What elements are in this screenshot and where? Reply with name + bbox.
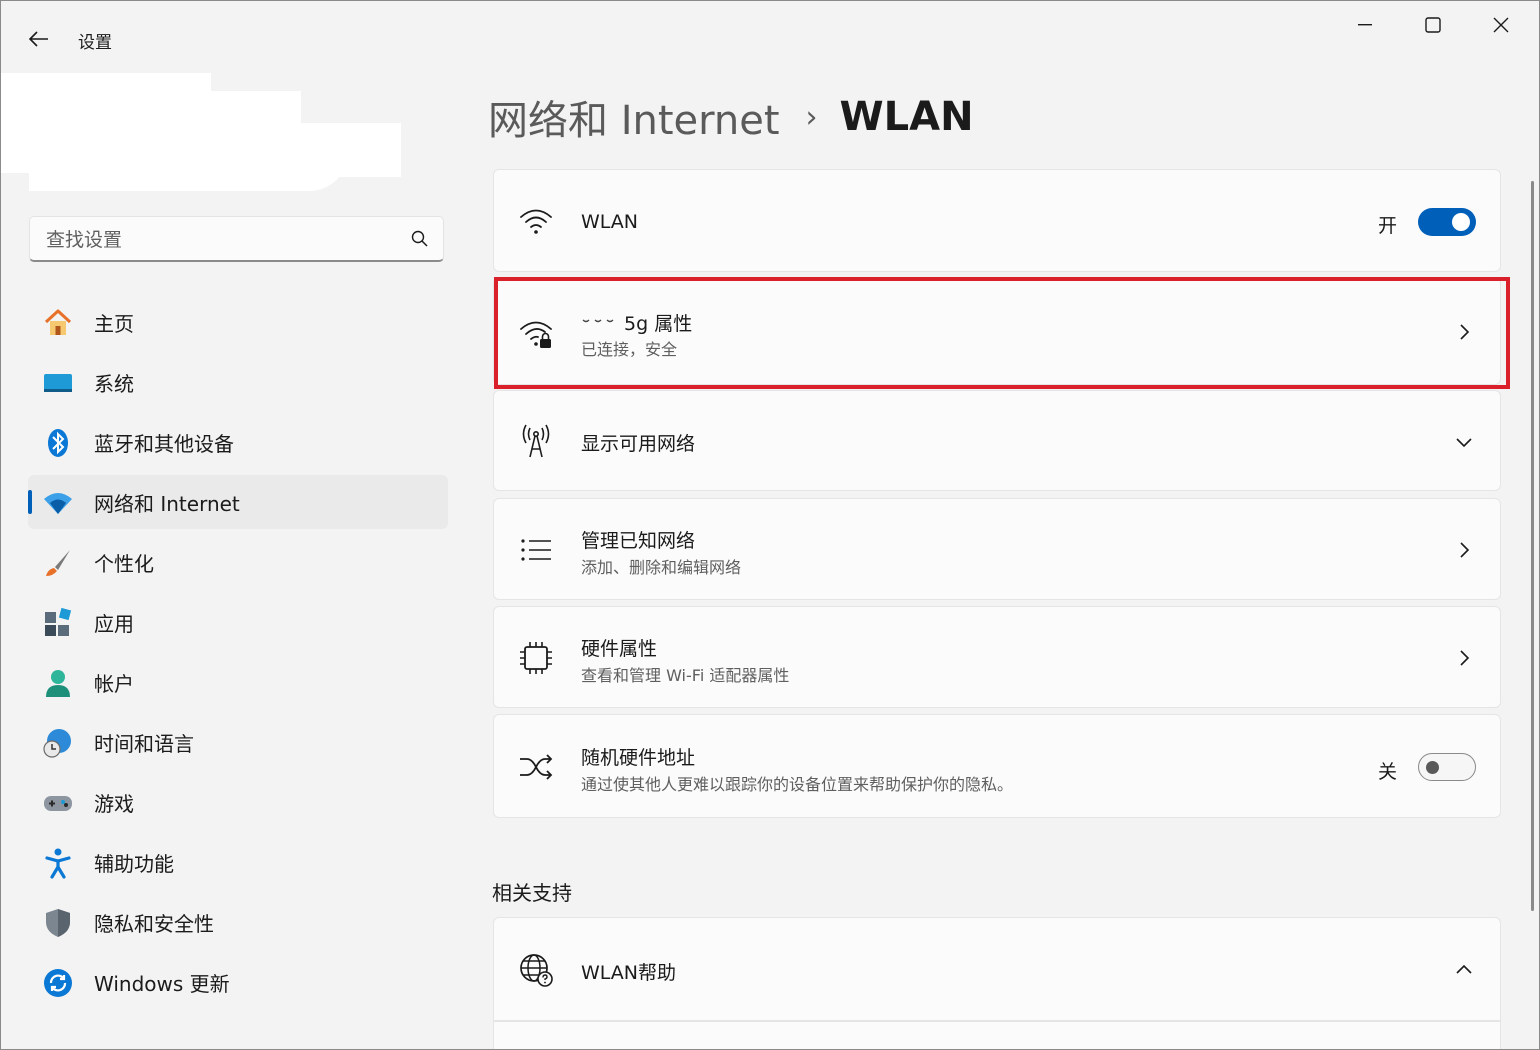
wifi-icon <box>520 209 552 234</box>
sidebar-item-label: 时间和语言 <box>94 731 194 756</box>
toggle-knob <box>1452 213 1470 231</box>
person-icon <box>46 670 70 697</box>
apps-icon <box>45 607 72 636</box>
sidebar-item-label: 系统 <box>94 371 134 396</box>
user-profile-redacted <box>1 73 401 193</box>
accessibility-icon <box>45 848 71 879</box>
card-subtitle: 查看和管理 Wi-Fi 适配器属性 <box>581 666 790 685</box>
card-subtitle: 添加、删除和编辑网络 <box>581 558 742 577</box>
minimize-icon <box>1358 24 1372 26</box>
sidebar-item-privacy[interactable]: 隐私和安全性 <box>28 895 448 949</box>
sidebar-item-personalization[interactable]: 个性化 <box>28 535 448 589</box>
antenna-icon <box>522 424 550 458</box>
globe-clock-icon <box>43 729 71 758</box>
shield-icon <box>46 909 70 937</box>
sidebar-item-home[interactable]: 主页 <box>28 295 448 349</box>
card-title: 管理已知网络 <box>581 530 696 552</box>
chevron-up-icon[interactable] <box>1454 960 1474 980</box>
app-title: 设置 <box>78 33 112 53</box>
card-title: 随机硬件地址 <box>581 747 696 769</box>
maximize-button[interactable] <box>1399 1 1467 49</box>
sidebar-item-time-language[interactable]: 时间和语言 <box>28 715 448 769</box>
connected-network-card[interactable]: 5g 属性 已连接，安全 <box>493 277 1501 385</box>
home-icon <box>44 309 72 335</box>
random-hardware-address-card[interactable]: 随机硬件地址 通过使其他人更难以跟踪你的设备位置来帮助保护你的隐私。 关 <box>493 714 1501 818</box>
card-subtitle: 通过使其他人更难以跟踪你的设备位置来帮助保护你的隐私。 <box>581 775 1014 794</box>
refresh-icon <box>44 969 72 997</box>
card-title: WLAN帮助 <box>581 962 677 984</box>
sidebar-item-label: 网络和 Internet <box>94 491 240 516</box>
chevron-right-icon <box>1460 542 1470 558</box>
chevron-right-icon <box>1460 324 1470 340</box>
close-icon <box>1493 17 1509 33</box>
sidebar-item-windows-update[interactable]: Windows 更新 <box>28 955 448 1009</box>
wlan-help-content <box>493 1021 1501 1049</box>
sidebar-item-label: 应用 <box>94 611 134 636</box>
bluetooth-icon <box>48 429 68 457</box>
sidebar-item-label: 隐私和安全性 <box>94 911 214 936</box>
brush-icon <box>46 550 70 576</box>
sidebar-item-system[interactable]: 系统 <box>28 355 448 409</box>
gamepad-icon <box>44 796 72 811</box>
wlan-help-card[interactable]: WLAN帮助 <box>493 917 1501 1021</box>
title-bar: 设置 <box>1 1 1539 73</box>
arrow-left-icon <box>29 31 48 47</box>
shuffle-icon <box>520 754 553 780</box>
scrollbar[interactable] <box>1531 181 1534 911</box>
hardware-properties-card[interactable]: 硬件属性 查看和管理 Wi-Fi 适配器属性 <box>493 606 1501 708</box>
network-name: 5g 属性 <box>624 313 693 335</box>
globe-help-icon <box>520 954 553 987</box>
search-input[interactable] <box>44 225 398 255</box>
chip-icon <box>520 642 552 674</box>
chevron-down-icon[interactable] <box>1454 432 1474 452</box>
close-button[interactable] <box>1467 1 1535 49</box>
sidebar-item-label: 游戏 <box>94 791 134 816</box>
sidebar-item-bluetooth[interactable]: 蓝牙和其他设备 <box>28 415 448 469</box>
card-title: 显示可用网络 <box>581 433 696 455</box>
settings-window: 设置 主页 <box>0 0 1540 1050</box>
sidebar-item-label: 蓝牙和其他设备 <box>94 431 234 456</box>
maximize-icon <box>1425 17 1441 33</box>
sidebar-item-apps[interactable]: 应用 <box>28 595 448 649</box>
breadcrumb: 网络和 Internet › WLAN <box>488 89 974 145</box>
chevron-right-icon <box>1460 650 1470 666</box>
sidebar-item-gaming[interactable]: 游戏 <box>28 775 448 829</box>
card-title: WLAN <box>581 211 639 233</box>
page-title: WLAN <box>839 94 974 140</box>
sidebar-item-label: Windows 更新 <box>94 971 230 996</box>
sidebar-nav: 主页 系统 蓝牙和其他设备 网络和 Internet 个性化 应用 帐户 时间和… <box>28 295 448 1015</box>
back-button[interactable] <box>21 23 57 55</box>
breadcrumb-parent[interactable]: 网络和 Internet <box>488 88 780 146</box>
card-title: 硬件属性 <box>581 638 658 660</box>
toggle-knob <box>1426 761 1439 774</box>
display-icon <box>44 374 72 392</box>
search-icon <box>411 230 428 247</box>
sidebar-item-label: 个性化 <box>94 551 154 576</box>
minimize-button[interactable] <box>1331 1 1399 49</box>
network-status: 已连接，安全 <box>581 340 678 359</box>
section-title: 相关支持 <box>492 881 572 905</box>
manage-known-networks-card[interactable]: 管理已知网络 添加、删除和编辑网络 <box>493 498 1501 600</box>
breadcrumb-separator: › <box>805 99 818 135</box>
toggle-state-label: 关 <box>1378 761 1398 783</box>
wlan-toggle[interactable] <box>1418 208 1476 236</box>
sidebar-item-network[interactable]: 网络和 Internet <box>28 475 448 529</box>
wifi-icon <box>44 493 72 514</box>
available-networks-card[interactable]: 显示可用网络 <box>493 390 1501 491</box>
redacted-ssid <box>582 319 614 323</box>
toggle-state-label: 开 <box>1378 215 1398 237</box>
list-icon <box>521 539 551 561</box>
sidebar-item-label: 帐户 <box>94 671 134 696</box>
wifi-lock-icon <box>520 321 552 348</box>
sidebar-item-accessibility[interactable]: 辅助功能 <box>28 835 448 889</box>
sidebar-item-accounts[interactable]: 帐户 <box>28 655 448 709</box>
sidebar-item-label: 主页 <box>94 311 134 336</box>
wlan-toggle-card[interactable]: WLAN 开 <box>493 169 1501 272</box>
search-box[interactable] <box>29 216 444 262</box>
sidebar-item-label: 辅助功能 <box>94 851 174 876</box>
random-address-toggle[interactable] <box>1418 753 1476 781</box>
